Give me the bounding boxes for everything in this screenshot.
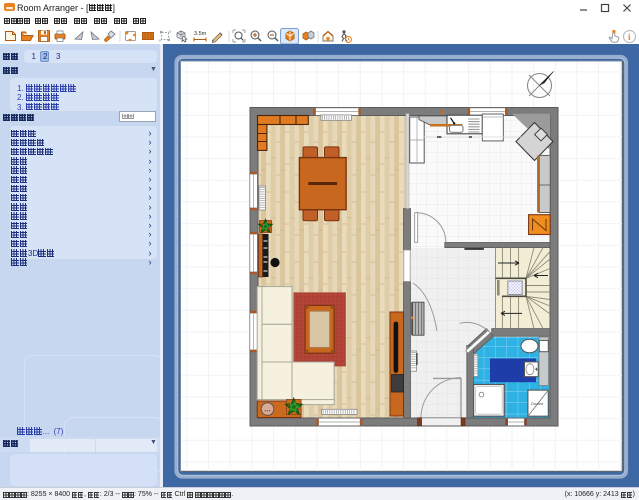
svg-text:3.5m: 3.5m: [194, 31, 207, 37]
svg-text:Douche: Douche: [531, 402, 543, 406]
